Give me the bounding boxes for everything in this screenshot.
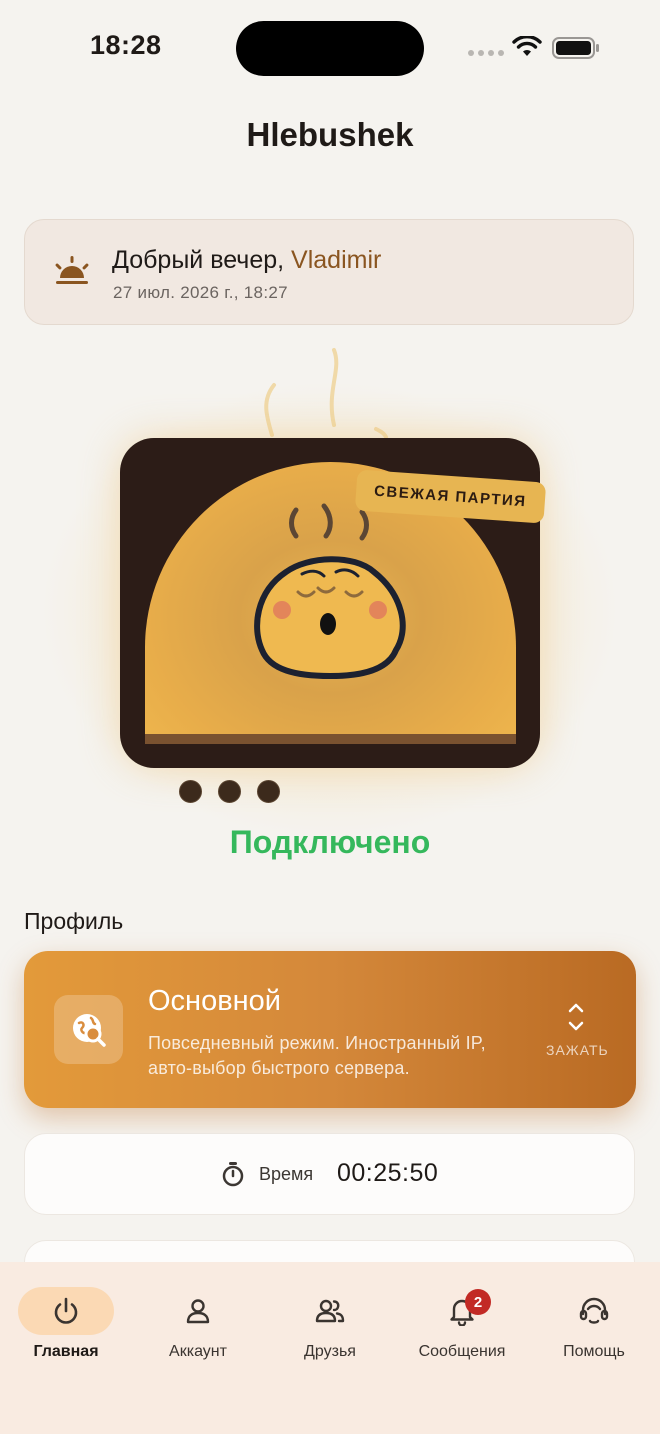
- oven-knob: [218, 780, 241, 803]
- tab-account-label: Аккаунт: [169, 1343, 227, 1360]
- tab-home-label: Главная: [33, 1343, 99, 1360]
- greeting-date: 27 июл. 2026 г., 18:27: [113, 283, 288, 302]
- app-title: Hlebushek: [246, 116, 414, 153]
- wifi-icon: [512, 36, 542, 56]
- oven-knob: [257, 780, 280, 803]
- greeting-text: Добрый вечер, Vladimir: [112, 246, 381, 275]
- stopwatch-icon: [222, 1162, 244, 1187]
- steam-icon: [264, 348, 388, 439]
- tab-messages-label: Сообщения: [418, 1343, 506, 1360]
- user-name: Vladimir: [291, 246, 382, 274]
- user-icon: [186, 1299, 210, 1324]
- oven-tray: [145, 734, 516, 744]
- power-icon: [54, 1297, 78, 1324]
- tab-friends-label: Друзья: [304, 1343, 356, 1360]
- tab-help[interactable]: Помощь: [528, 1283, 660, 1361]
- hold-hint-label: ЗАЖАТЬ: [546, 1042, 609, 1058]
- timer-value: 00:25:50: [337, 1159, 439, 1187]
- connection-status: Подключено: [229, 824, 431, 860]
- profile-name: Основной: [148, 985, 281, 1017]
- users-icon: [315, 1299, 345, 1323]
- dynamic-island: [236, 21, 424, 76]
- battery-icon: [552, 37, 599, 59]
- profile-section-label: Профиль: [24, 908, 124, 934]
- tab-account[interactable]: Аккаунт: [132, 1283, 264, 1361]
- chevron-up-down-icon[interactable]: [566, 1002, 586, 1032]
- timer-label: Время: [259, 1164, 314, 1184]
- oven-knob: [179, 780, 202, 803]
- session-timer-card: [24, 1133, 635, 1215]
- status-time: 18:28: [90, 30, 162, 60]
- headset-icon: [579, 1297, 609, 1324]
- tab-home[interactable]: Главная: [0, 1283, 132, 1361]
- greeting-prefix: Добрый вечер,: [112, 246, 292, 274]
- tab-messages[interactable]: 2 Сообщения: [396, 1283, 528, 1361]
- tab-help-label: Помощь: [563, 1343, 625, 1360]
- notification-badge: 2: [465, 1289, 491, 1315]
- profile-description: Повседневный режим. Иностранный IP, авто…: [148, 1033, 486, 1078]
- cellular-signal-icon: [468, 50, 504, 56]
- tab-friends[interactable]: Друзья: [264, 1283, 396, 1361]
- globe-search-icon: [73, 1014, 106, 1047]
- bun-mascot-icon: [254, 503, 406, 679]
- sunset-icon: [55, 256, 89, 284]
